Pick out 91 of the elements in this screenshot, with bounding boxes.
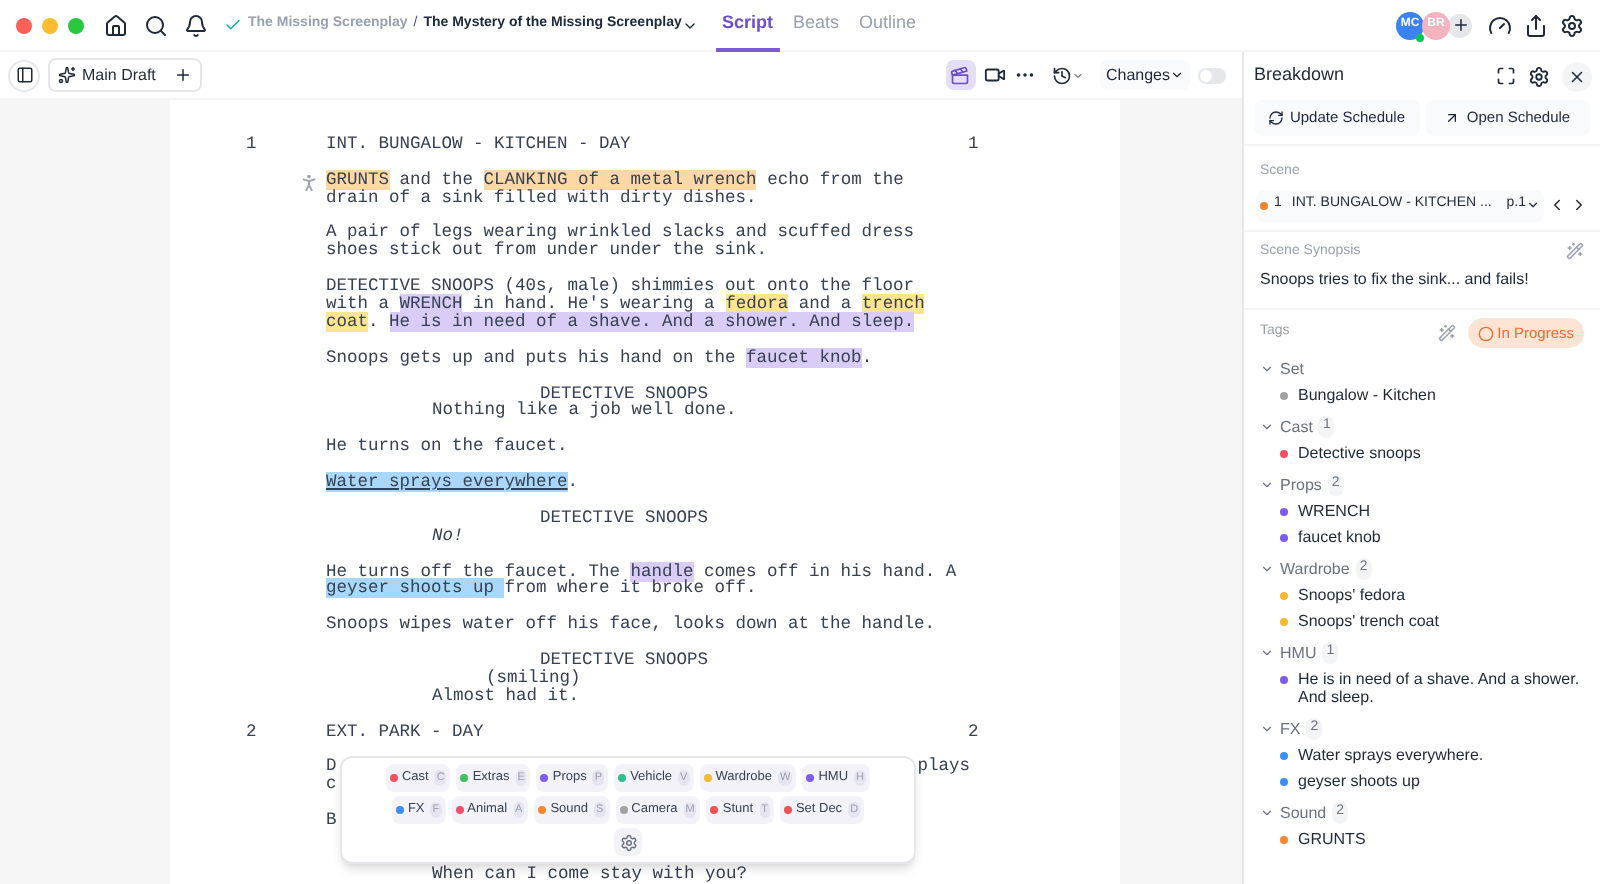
- sidebar-icon: [15, 66, 33, 84]
- tag-item[interactable]: WRENCH: [1298, 502, 1370, 520]
- dialogue-line: Almost had it.: [432, 685, 580, 706]
- plus-icon: [1451, 16, 1469, 34]
- group-toggle[interactable]: [1260, 420, 1274, 434]
- character-name: DETECTIVE SNOOPS: [540, 383, 709, 403]
- history-icon: [1051, 65, 1072, 85]
- share-icon[interactable]: [1524, 13, 1548, 37]
- tag-group-name: Set: [1280, 357, 1305, 381]
- panel-title: Breakdown: [1254, 62, 1347, 89]
- tag-item[interactable]: GRUNTS: [1298, 830, 1366, 848]
- view-tab[interactable]: Script: [716, 0, 780, 52]
- scene-number: 1: [968, 135, 979, 154]
- add-collaborator-button[interactable]: [1448, 13, 1472, 37]
- arrow-up-right-icon: [1444, 110, 1461, 126]
- draft-tab[interactable]: Main Draft: [82, 63, 156, 87]
- action-text: plays: [917, 758, 970, 777]
- history-button[interactable]: [1051, 65, 1084, 85]
- scene-number: 2: [244, 723, 259, 742]
- scene-heading: INT. BUNGALOW - KITCHEN - DAY: [326, 135, 633, 154]
- group-toggle[interactable]: [1260, 722, 1274, 736]
- chevron-icon: [1170, 68, 1184, 82]
- tag-item[interactable]: geyser shoots up: [1298, 772, 1420, 790]
- tag-item[interactable]: He is in need of a shave. And a shower. And sleep.: [1298, 670, 1584, 706]
- clapperboard-icon: [950, 65, 971, 85]
- person-icon[interactable]: [298, 171, 320, 194]
- home-icon[interactable]: [104, 13, 128, 37]
- chevron-icon: [1071, 69, 1084, 81]
- gauge-icon[interactable]: [1488, 13, 1512, 37]
- chevron-icon: [1526, 198, 1540, 212]
- action-paragraph: DETECTIVE SNOOPS (40s, male) shimmies out onto the floor with a WRENCH in hand. He's wearing a fedora and a trench coat. He is in need of a shave. And a shower. And sleep.: [326, 278, 927, 332]
- tag-group-name: Props: [1280, 473, 1322, 497]
- dialogue-line: When can I come stay with you?: [432, 863, 748, 884]
- magic-wand-icon[interactable]: [1566, 242, 1584, 261]
- tag-item[interactable]: Detective snoops: [1298, 444, 1421, 462]
- tag-group-name: Sound: [1280, 801, 1327, 825]
- breakdown-view-button[interactable]: [945, 60, 976, 90]
- check-icon: [224, 16, 242, 34]
- tag-item[interactable]: faucet knob: [1298, 528, 1381, 546]
- tag-group-name: HMU: [1280, 641, 1317, 665]
- group-toggle[interactable]: [1260, 478, 1274, 492]
- dialogue-line: No!: [432, 525, 464, 546]
- circle-icon: [1477, 325, 1494, 341]
- action-paragraph: GRUNTS and the CLANKING of a metal wrench echo from the drain of a sink filled with dirty dishes.: [326, 171, 906, 207]
- add-draft-icon[interactable]: [173, 66, 192, 84]
- tag-group-name: Wardrobe: [1280, 557, 1350, 581]
- action-text: B: [326, 812, 337, 831]
- tag-item[interactable]: Snoops' trench coat: [1298, 612, 1439, 630]
- group-toggle[interactable]: [1260, 646, 1274, 660]
- scene-heading: EXT. PARK - DAY: [326, 723, 486, 742]
- group-toggle[interactable]: [1260, 562, 1274, 576]
- magic-wand-icon[interactable]: [1437, 324, 1456, 342]
- action-paragraph: A pair of legs wearing wrinkled slacks and scuffed dress shoes stick out from under under the sink.: [326, 224, 917, 261]
- sparkle-icon: [58, 66, 76, 84]
- settings-button[interactable]: [614, 828, 642, 856]
- close-button[interactable]: [1562, 61, 1592, 91]
- sidebar-toggle[interactable]: [8, 59, 40, 91]
- action-paragraph: Snoops wipes water off his face, looks down at the handle.: [326, 616, 938, 635]
- tag-item[interactable]: Bungalow - Kitchen: [1298, 386, 1436, 404]
- expand-icon[interactable]: [1496, 66, 1516, 86]
- refresh-icon: [1267, 110, 1284, 126]
- settings-icon[interactable]: [1560, 13, 1584, 37]
- character-name: DETECTIVE SNOOPS: [540, 507, 709, 528]
- action-paragraph: He turns on the faucet.: [326, 438, 570, 457]
- close-icon: [1568, 67, 1586, 85]
- close-window-button[interactable]: [16, 17, 32, 33]
- group-toggle[interactable]: [1260, 362, 1274, 376]
- action-paragraph: He turns off the faucet. The handle comes off in his hand. A geyser shoots up from where it broke off.: [326, 563, 959, 599]
- next-scene-icon[interactable]: [1570, 196, 1588, 214]
- scene-number: 2: [968, 723, 979, 742]
- parenthetical: (smiling): [486, 667, 581, 688]
- search-icon[interactable]: [144, 13, 168, 37]
- action-paragraph: Snoops gets up and puts his hand on the faucet knob.: [326, 349, 875, 368]
- changes-toggle[interactable]: [1198, 67, 1226, 83]
- bell-icon[interactable]: [184, 13, 208, 37]
- action-text: c: [326, 776, 337, 795]
- settings-icon[interactable]: [1528, 65, 1550, 87]
- dialogue-line: Nothing like a job well done.: [432, 400, 737, 421]
- tag-group-name: Cast: [1280, 415, 1313, 439]
- scene-number: 1: [244, 135, 259, 154]
- changes-dropdown[interactable]: Changes: [1099, 60, 1190, 90]
- character-name: DETECTIVE SNOOPS: [540, 650, 709, 670]
- previous-scene-icon[interactable]: [1548, 196, 1566, 214]
- group-toggle[interactable]: [1260, 806, 1274, 820]
- tag-item[interactable]: Water sprays everywhere.: [1298, 746, 1484, 764]
- video-icon[interactable]: [983, 64, 1006, 86]
- action-text: D: [326, 758, 337, 777]
- gear-icon: [619, 833, 637, 851]
- tag-item[interactable]: Snoops' fedora: [1298, 586, 1406, 604]
- scene-synopsis[interactable]: Snoops tries to fix the sink... and fails!: [1260, 270, 1529, 288]
- tag-group-name: FX: [1280, 717, 1301, 741]
